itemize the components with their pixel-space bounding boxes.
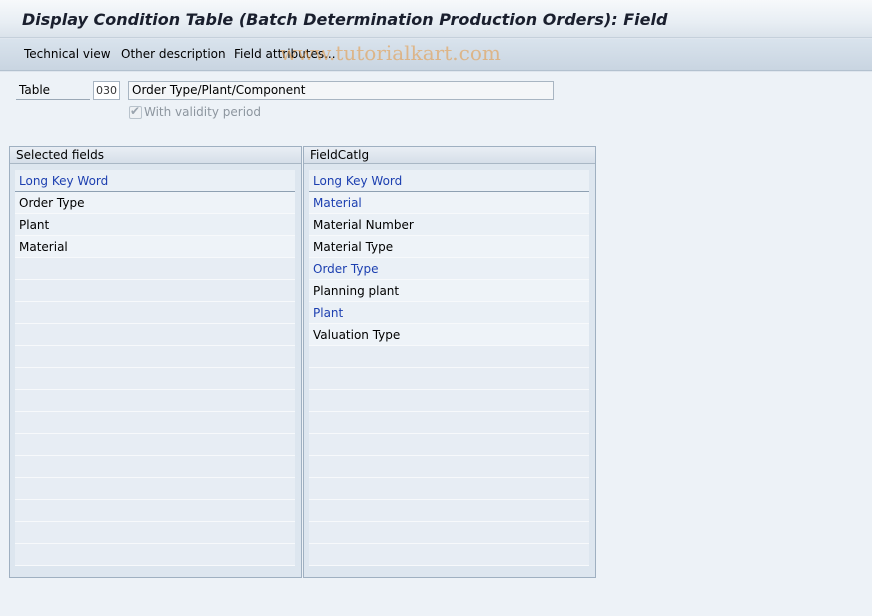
list-item[interactable]: Material Type: [309, 236, 589, 258]
list-item[interactable]: Material Number: [309, 214, 589, 236]
table-label: Table: [16, 81, 90, 100]
other-description-button[interactable]: Other description: [121, 47, 226, 61]
field-attributes-button[interactable]: Field attributes...: [234, 47, 336, 61]
window-title: Display Condition Table (Batch Determina…: [22, 10, 668, 29]
empty-row[interactable]: [309, 522, 589, 544]
empty-row[interactable]: [15, 434, 295, 456]
empty-row[interactable]: [15, 302, 295, 324]
empty-row[interactable]: [15, 456, 295, 478]
validity-checkbox[interactable]: ✔: [129, 104, 142, 119]
empty-row[interactable]: [15, 324, 295, 346]
check-icon: ✔: [130, 104, 141, 118]
empty-row[interactable]: [309, 368, 589, 390]
application-toolbar: Technical view Other description Field a…: [0, 39, 872, 71]
empty-row[interactable]: [15, 478, 295, 500]
column-header-long-key-word[interactable]: Long Key Word: [15, 170, 295, 192]
field-catalog-title: FieldCatlg: [304, 147, 595, 164]
empty-row[interactable]: [309, 456, 589, 478]
empty-row[interactable]: [15, 368, 295, 390]
title-bar: Display Condition Table (Batch Determina…: [0, 0, 872, 38]
empty-row[interactable]: [309, 500, 589, 522]
list-item[interactable]: Order Type: [309, 258, 589, 280]
empty-row[interactable]: [309, 434, 589, 456]
empty-row[interactable]: [15, 390, 295, 412]
empty-row[interactable]: [309, 390, 589, 412]
empty-row[interactable]: [309, 346, 589, 368]
list-item[interactable]: Valuation Type: [309, 324, 589, 346]
empty-row[interactable]: [309, 544, 589, 566]
validity-label: With validity period: [144, 105, 261, 119]
empty-row[interactable]: [15, 544, 295, 566]
empty-row[interactable]: [15, 522, 295, 544]
empty-row[interactable]: [309, 478, 589, 500]
field-catalog-list[interactable]: Long Key Word Material Material Number Mate…: [309, 170, 589, 566]
list-item[interactable]: Material: [15, 236, 295, 258]
empty-row[interactable]: [15, 412, 295, 434]
empty-row[interactable]: [15, 280, 295, 302]
list-item[interactable]: Material: [309, 192, 589, 214]
empty-row[interactable]: [309, 412, 589, 434]
selected-fields-title: Selected fields: [10, 147, 301, 164]
field-catalog-panel: FieldCatlg Long Key Word Material Material…: [303, 146, 596, 578]
table-number-field[interactable]: 030: [93, 81, 120, 100]
empty-row[interactable]: [15, 500, 295, 522]
empty-row[interactable]: [15, 258, 295, 280]
list-item[interactable]: Plant: [15, 214, 295, 236]
selected-fields-list[interactable]: Long Key Word Order Type Plant Material: [15, 170, 295, 566]
table-description-field[interactable]: Order Type/Plant/Component: [128, 81, 554, 100]
column-header-long-key-word[interactable]: Long Key Word: [309, 170, 589, 192]
list-item[interactable]: Order Type: [15, 192, 295, 214]
list-item[interactable]: Plant: [309, 302, 589, 324]
selected-fields-panel: Selected fields Long Key Word Order Type P…: [9, 146, 302, 578]
list-item[interactable]: Planning plant: [309, 280, 589, 302]
technical-view-button[interactable]: Technical view: [24, 47, 111, 61]
empty-row[interactable]: [15, 346, 295, 368]
